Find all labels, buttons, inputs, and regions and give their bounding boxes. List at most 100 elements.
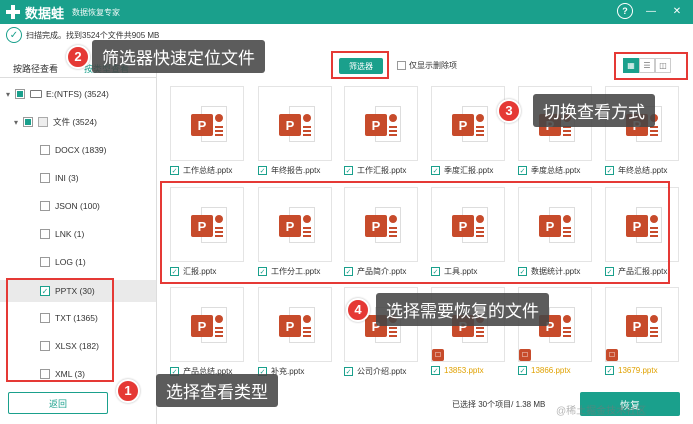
file-name: 13866.pptx (531, 366, 571, 375)
minimize-icon[interactable]: — (643, 3, 659, 19)
type-item-docx[interactable]: DOCX (1839) (40, 142, 107, 158)
plus-logo-icon (4, 3, 22, 21)
callout-text: 选择查看类型 (156, 374, 278, 407)
file-tile[interactable]: P (258, 287, 332, 362)
show-deleted-toggle[interactable]: 仅显示删除项 (397, 60, 457, 71)
callout-text: 选择需要恢复的文件 (376, 293, 549, 326)
drive-label: E:(NTFS) (3524) (46, 89, 109, 99)
file-tile[interactable]: P (431, 86, 505, 161)
callout-1: 1 选择查看类型 (116, 374, 278, 407)
type-label: INI (3) (55, 173, 79, 183)
file-name-row[interactable]: ✓ 13679.pptx (605, 366, 658, 375)
file-checkbox[interactable]: ✓ (605, 166, 614, 175)
file-name: 公司介绍.pptx (357, 367, 407, 376)
pptx-file-icon: P (626, 307, 662, 347)
callout-2: 2 筛选器快速定位文件 (66, 40, 265, 73)
file-name-row[interactable]: ✓ 公司介绍.pptx (344, 366, 406, 377)
file-checkbox[interactable]: ✓ (258, 166, 267, 175)
tab-by-path[interactable]: 按路径查看 (0, 56, 71, 77)
show-deleted-checkbox[interactable] (397, 61, 406, 70)
file-name: 年终总结.pptx (618, 166, 668, 175)
file-checkbox[interactable]: ✓ (518, 166, 527, 175)
selected-info: 已选择 30个项目/ 1.38 MB (452, 400, 546, 409)
type-label: LOG (1) (55, 257, 86, 267)
callout-3: 3 切换查看方式 (497, 94, 655, 127)
type-checkbox[interactable] (40, 229, 50, 239)
annotation-box-filter (331, 51, 389, 79)
type-label: DOCX (1839) (55, 145, 107, 155)
callout-number: 4 (346, 297, 370, 322)
type-checkbox[interactable] (40, 173, 50, 183)
annotation-box-view (614, 52, 688, 80)
file-checkbox[interactable]: ✓ (431, 166, 440, 175)
pptx-file-icon: P (191, 307, 227, 347)
drive-icon (30, 90, 42, 98)
file-name: 季度汇报.pptx (444, 166, 494, 175)
file-name-row[interactable]: ✓ 13866.pptx (518, 366, 571, 375)
type-checkbox[interactable] (40, 257, 50, 267)
back-button[interactable]: 返回 (8, 392, 108, 414)
annotation-box-files (160, 181, 670, 284)
file-name-row[interactable]: ✓ 年终报告.pptx (258, 165, 320, 176)
drive-checkbox[interactable] (15, 89, 25, 99)
app-subtitle: 数据恢复专家 (72, 7, 121, 17)
pptx-file-icon: P (279, 307, 315, 347)
chevron-down-icon[interactable]: ▾ (12, 118, 20, 127)
folder-label: 文件 (3524) (53, 117, 97, 127)
type-checkbox[interactable] (40, 201, 50, 211)
tree-item-folder[interactable]: ▾ 文件 (3524) (12, 114, 97, 130)
file-name: 13679.pptx (618, 366, 658, 375)
close-icon[interactable]: ✕ (669, 3, 685, 19)
file-checkbox[interactable]: ✓ (605, 366, 614, 375)
app-name: 数据蛙 (25, 5, 65, 21)
file-name-row[interactable]: ✓ 季度汇报.pptx (431, 165, 493, 176)
file-checkbox[interactable]: ✓ (518, 366, 527, 375)
callout-number: 1 (116, 378, 140, 403)
deleted-badge-icon: ☐ (432, 349, 444, 361)
folder-checkbox[interactable] (23, 117, 33, 127)
callout-number: 3 (497, 98, 521, 123)
file-name-row[interactable]: ✓ 季度总结.pptx (518, 165, 580, 176)
file-name: 工作总结.pptx (183, 166, 233, 175)
file-name: 年终报告.pptx (271, 166, 321, 175)
app-logo: 数据蛙 数据恢复专家 (4, 3, 120, 22)
file-checkbox[interactable]: ✓ (170, 166, 179, 175)
callout-text: 切换查看方式 (533, 94, 655, 127)
type-checkbox[interactable] (40, 145, 50, 155)
file-name-row[interactable]: ✓ 年终总结.pptx (605, 165, 667, 176)
file-checkbox[interactable]: ✓ (344, 166, 353, 175)
file-tile[interactable]: P (344, 86, 418, 161)
type-label: JSON (100) (55, 201, 100, 211)
file-tile[interactable]: P (258, 86, 332, 161)
file-checkbox[interactable]: ✓ (344, 367, 353, 376)
type-label: LNK (1) (55, 229, 85, 239)
folder-icon (38, 117, 48, 127)
file-name: 13853.pptx (444, 366, 484, 375)
tree-item-drive[interactable]: ▾ E:(NTFS) (3524) (4, 86, 109, 102)
scan-status-text: 扫描完成。找到3524个文件共905 MB (26, 30, 160, 40)
callout-number: 2 (66, 44, 90, 69)
pptx-file-icon: P (452, 106, 488, 146)
callout-text: 筛选器快速定位文件 (92, 40, 265, 73)
file-name-row[interactable]: ✓ 工作汇报.pptx (344, 165, 406, 176)
file-name-row[interactable]: ✓ 13853.pptx (431, 366, 484, 375)
file-name-row[interactable]: ✓ 工作总结.pptx (170, 165, 232, 176)
window-controls: ? — ✕ (617, 3, 685, 19)
show-deleted-label: 仅显示删除项 (409, 61, 457, 70)
check-icon: ✓ (6, 27, 22, 43)
callout-4: 4 选择需要恢复的文件 (346, 293, 549, 326)
file-tile[interactable]: P (170, 86, 244, 161)
type-item-lnk[interactable]: LNK (1) (40, 226, 84, 242)
pptx-file-icon: P (191, 106, 227, 146)
type-item-json[interactable]: JSON (100) (40, 198, 100, 214)
type-item-ini[interactable]: INI (3) (40, 170, 79, 186)
file-name: 季度总结.pptx (531, 166, 581, 175)
title-bar: 数据蛙 数据恢复专家 ? — ✕ (0, 0, 693, 24)
chevron-down-icon[interactable]: ▾ (4, 90, 12, 99)
deleted-badge-icon: ☐ (519, 349, 531, 361)
type-item-log[interactable]: LOG (1) (40, 254, 86, 270)
file-tile[interactable]: P (170, 287, 244, 362)
file-tile[interactable]: P ☐ (605, 287, 679, 362)
file-checkbox[interactable]: ✓ (431, 366, 440, 375)
help-icon[interactable]: ? (617, 3, 633, 19)
